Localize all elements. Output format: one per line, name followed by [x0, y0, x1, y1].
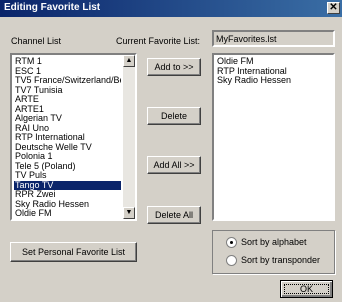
- favorite-file-field: MyFavorites.lst: [212, 30, 335, 47]
- channel-list-item[interactable]: ARTE: [14, 95, 121, 105]
- channel-list[interactable]: RTM 1 ESC 1 TV5 France/Switzerland/Bel2 TV7…: [10, 53, 137, 221]
- sort-transponder-label[interactable]: Sort by transponder: [241, 255, 320, 265]
- title-bar: Editing Favorite List ✕: [0, 0, 342, 17]
- ok-button[interactable]: OK: [280, 280, 333, 298]
- channel-list-item[interactable]: Deutsche Welle TV: [14, 143, 121, 153]
- channel-list-item[interactable]: TV5 France/Switzerland/Bel2: [14, 76, 121, 86]
- delete-button[interactable]: Delete: [147, 107, 201, 125]
- favorite-list-item[interactable]: Sky Radio Hessen: [216, 76, 331, 86]
- close-button[interactable]: ✕: [327, 2, 340, 14]
- channel-list-item[interactable]: ESC 1: [14, 67, 121, 77]
- channel-list-item[interactable]: RAI Uno: [14, 124, 121, 134]
- channel-list-item[interactable]: RPR Zwei: [14, 190, 121, 200]
- channel-list-item[interactable]: ARTE1: [14, 105, 121, 115]
- scroll-up-icon[interactable]: ▲: [123, 55, 135, 67]
- delete-all-button[interactable]: Delete All: [147, 206, 201, 224]
- sort-options-group: Sort by alphabet Sort by transponder: [212, 230, 335, 274]
- current-favorite-list-label: Current Favorite List:: [116, 36, 201, 46]
- channel-list-item[interactable]: Oldie FM: [14, 209, 121, 219]
- favorite-file-name: MyFavorites.lst: [216, 34, 277, 44]
- dialog-title: Editing Favorite List: [4, 2, 101, 13]
- set-personal-favorite-list-button[interactable]: Set Personal Favorite List: [10, 242, 137, 262]
- channel-list-item[interactable]: TV7 Tunisia: [14, 86, 121, 96]
- channel-list-item[interactable]: Tele 5 (Poland): [14, 162, 121, 172]
- scroll-down-icon[interactable]: ▼: [123, 207, 135, 219]
- favorites-list[interactable]: Oldie FM RTP International Sky Radio Hesse…: [212, 53, 335, 221]
- favorite-list-item[interactable]: Oldie FM: [216, 57, 331, 67]
- channel-list-item[interactable]: RTM 1: [14, 57, 121, 67]
- radio-selected-dot: [230, 241, 233, 244]
- channel-list-item[interactable]: Sky Radio Hessen: [14, 200, 121, 210]
- channel-list-label: Channel List: [11, 36, 62, 46]
- channel-list-item[interactable]: RTP International: [14, 133, 121, 143]
- sort-alphabet-radio[interactable]: [226, 237, 237, 248]
- editing-favorite-list-dialog: Editing Favorite List ✕ Channel List Cur…: [0, 0, 342, 302]
- channel-list-item[interactable]: TV Puls: [14, 171, 121, 181]
- favorite-list-item[interactable]: RTP International: [216, 67, 331, 77]
- add-to-button[interactable]: Add to >>: [147, 58, 201, 76]
- channel-list-scrollbar[interactable]: ▲ ▼: [123, 55, 135, 219]
- channel-list-item[interactable]: Tango TV: [14, 180, 121, 190]
- sort-transponder-radio[interactable]: [226, 255, 237, 266]
- channel-list-item[interactable]: Algerian TV: [14, 114, 121, 124]
- focus-rect: [284, 284, 329, 294]
- channel-list-item[interactable]: Polonia 1: [14, 152, 121, 162]
- sort-alphabet-label[interactable]: Sort by alphabet: [241, 237, 307, 247]
- add-all-button[interactable]: Add All >>: [147, 156, 201, 174]
